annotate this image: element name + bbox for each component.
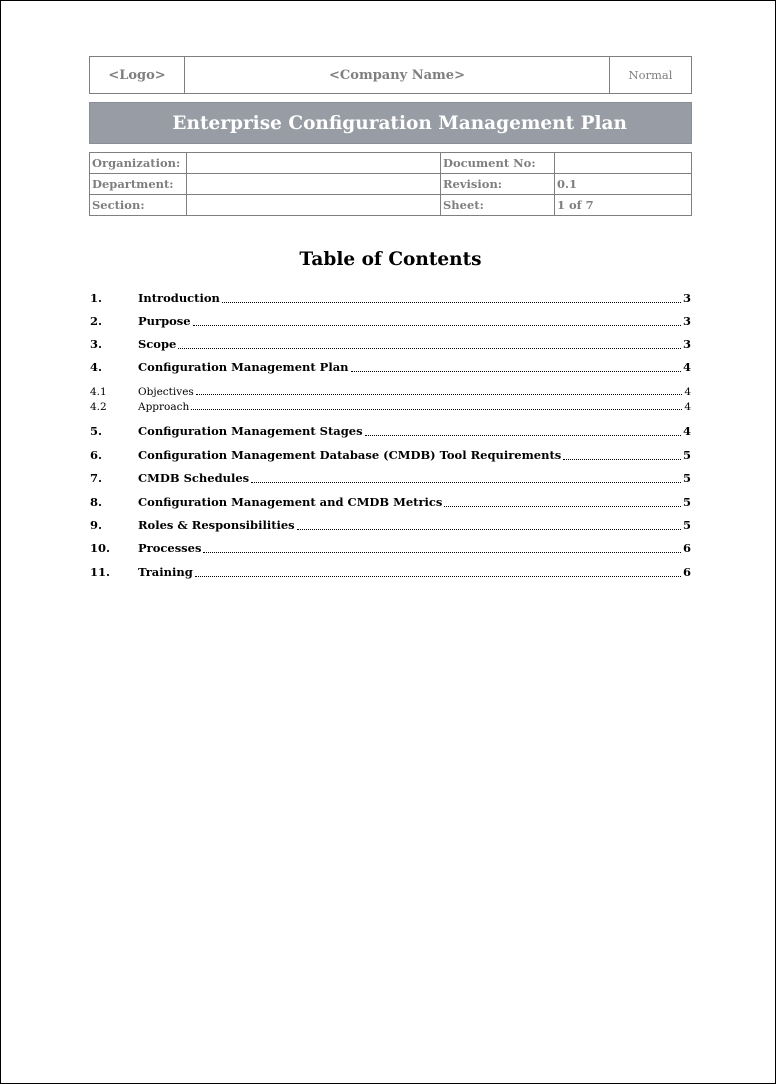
toc-leader-dots (192, 325, 681, 326)
toc-entry-label: Roles & Responsibilities (138, 518, 295, 532)
info-value (554, 152, 692, 174)
document-header-table: <Logo> <Company Name> Normal (89, 56, 692, 94)
toc-entry-label: Processes (138, 541, 202, 555)
toc-entry-number: 8. (90, 495, 103, 509)
toc-leader-dots (191, 409, 683, 410)
toc-entry-page: 5 (682, 471, 691, 485)
toc-entry-label: Configuration Management Plan (138, 360, 349, 374)
toc-subentry[interactable]: 4.2 Approach 4 (90, 401, 691, 414)
toc-entry-label: CMDB Schedules (138, 471, 250, 485)
toc-entry-number: 2. (90, 314, 103, 328)
toc-entry-page: 6 (682, 541, 691, 555)
toc-entry-label: Configuration Management Stages (138, 424, 363, 438)
toc-entry-number: 4. (90, 360, 103, 374)
toc-entry-label: Introduction (138, 291, 220, 305)
toc-entry-label: Scope (138, 337, 177, 351)
toc-leader-dots (350, 371, 681, 372)
toc-leader-dots (194, 576, 681, 577)
info-label: Section: (89, 194, 187, 216)
toc-entry-number: 4.1 (90, 386, 107, 398)
info-row: Organization: Document No: (89, 152, 692, 174)
document-info-table: Organization: Document No: Department: R… (89, 152, 692, 216)
info-value (186, 194, 441, 216)
info-label: Sheet: (440, 194, 555, 216)
toc-entry-page: 6 (682, 565, 691, 579)
logo-placeholder: <Logo> (89, 56, 185, 94)
toc-entry-page: 4 (684, 386, 691, 398)
toc-entry-label: Objectives (138, 386, 194, 398)
toc-entry-label: Training (138, 565, 193, 579)
document-title: Enterprise Configuration Management Plan (89, 102, 692, 144)
toc-entry-number: 5. (90, 424, 103, 438)
info-label: Organization: (89, 152, 187, 174)
toc-leader-dots (444, 506, 681, 507)
toc-leader-dots (296, 529, 681, 530)
toc-subentry[interactable]: 4.1 Objectives 4 (90, 386, 691, 399)
toc-entry-number: 3. (90, 337, 103, 351)
toc-entry-page: 4 (684, 401, 691, 413)
document-page: <Logo> <Company Name> Normal Enterprise … (0, 0, 776, 1084)
toc-entry[interactable]: 6. Configuration Management Database (CM… (90, 448, 691, 464)
toc-entry-number: 11. (90, 565, 111, 579)
toc-entry-number: 4.2 (90, 401, 107, 413)
toc-heading: Table of Contents (299, 249, 482, 270)
toc-entry-label: Purpose (138, 314, 191, 328)
toc-entry-number: 1. (90, 291, 103, 305)
toc-entry-label: Approach (138, 401, 190, 413)
info-value: 1 of 7 (554, 194, 692, 216)
toc-entry-number: 6. (90, 448, 103, 462)
info-value (186, 173, 441, 195)
toc-entry-page: 3 (682, 314, 691, 328)
toc-entry[interactable]: 4. Configuration Management Plan 4 (90, 360, 691, 376)
toc-entry[interactable]: 8. Configuration Management and CMDB Met… (90, 495, 691, 511)
info-value: 0.1 (554, 173, 692, 195)
toc-entry-page: 4 (682, 360, 691, 374)
toc-entry-label: Configuration Management and CMDB Metric… (138, 495, 443, 509)
document-status: Normal (609, 56, 692, 94)
toc-entry[interactable]: 3. Scope 3 (90, 337, 691, 353)
toc-entry-page: 3 (682, 291, 691, 305)
toc-entry[interactable]: 9. Roles & Responsibilities 5 (90, 518, 691, 534)
toc-leader-dots (221, 302, 681, 303)
info-label: Document No: (440, 152, 555, 174)
info-value (186, 152, 441, 174)
toc-entry[interactable]: 7. CMDB Schedules 5 (90, 471, 691, 487)
info-row: Department: Revision: 0.1 (89, 173, 692, 195)
toc-entry-number: 10. (90, 541, 111, 555)
toc-entry-number: 7. (90, 471, 103, 485)
info-label: Department: (89, 173, 187, 195)
toc-entry-label: Configuration Management Database (CMDB)… (138, 448, 562, 462)
toc-leader-dots (364, 435, 681, 436)
toc-entry-number: 9. (90, 518, 103, 532)
toc-entry[interactable]: 11. Training 6 (90, 565, 691, 581)
toc-leader-dots (563, 459, 681, 460)
toc-leader-dots (251, 482, 681, 483)
toc-entry-page: 4 (682, 424, 691, 438)
toc-leader-dots (178, 348, 681, 349)
toc-leader-dots (195, 394, 683, 395)
toc-entry-page: 5 (682, 448, 691, 462)
toc-entry[interactable]: 5. Configuration Management Stages 4 (90, 424, 691, 440)
toc-entry[interactable]: 2. Purpose 3 (90, 314, 691, 330)
toc-entry-page: 3 (682, 337, 691, 351)
info-row: Section: Sheet: 1 of 7 (89, 194, 692, 216)
company-name: <Company Name> (184, 56, 610, 94)
toc-entry-page: 5 (682, 518, 691, 532)
toc-entry[interactable]: 10. Processes 6 (90, 541, 691, 557)
toc-entry-page: 5 (682, 495, 691, 509)
info-label: Revision: (440, 173, 555, 195)
toc-leader-dots (203, 552, 681, 553)
toc-entry[interactable]: 1. Introduction 3 (90, 291, 691, 307)
